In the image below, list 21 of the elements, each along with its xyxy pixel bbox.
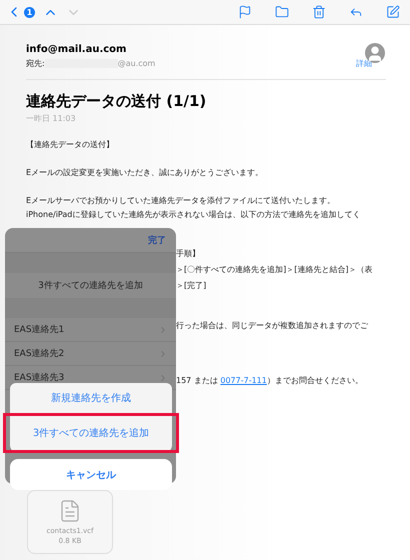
recipient-domain: @au.com [118,59,156,68]
phone-link[interactable]: 0077-7-111 [220,376,267,385]
unread-badge: 1 [24,6,35,18]
body-text: 手順】 [176,248,200,260]
body-text: 行った場合は、同じデータが複数追加されますのでご [176,320,368,332]
recipient-label: 宛先: [26,58,45,69]
email-subject: 連絡先データの送付 (1/1) [26,92,208,111]
body-paragraph: Eメールの設定変更を実施いただき、誠にありがとうございます。 [26,167,264,179]
sender-address: info@mail.au.com [26,44,126,55]
folder-icon[interactable] [275,5,289,19]
body-paragraph: 【連絡先データの送付】 [26,139,115,151]
body-text: 157 または 0077-7-111）までお問合せください。 [176,375,363,387]
body-text: ＞[完了] [176,280,206,292]
body-paragraph: Eメールサーバでお預かりしていた連絡先データを添付ファイルにて送付いたします。 iPhone/iPadに登録していた連絡先が表示されない場合は、以下の方法で連絡先を追加してく [26,195,362,221]
done-button[interactable]: 完了 [148,234,166,246]
body-text: ＞[〇件すべての連絡先を追加]＞[連絡先と結合]＞（表 [176,264,372,276]
trash-icon[interactable] [312,5,326,19]
flag-icon[interactable] [238,5,252,19]
email-date: 一昨日 11:03 [26,113,77,124]
cancel-button[interactable]: キャンセル [10,459,172,490]
compose-icon[interactable] [386,5,400,19]
